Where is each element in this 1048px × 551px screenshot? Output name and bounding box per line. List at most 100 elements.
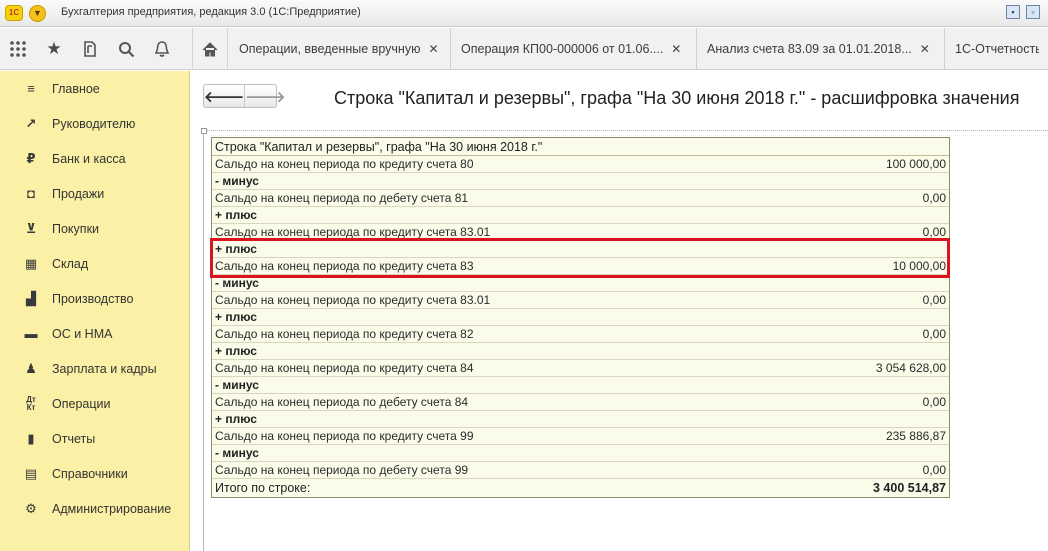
tab-account-analysis[interactable]: Анализ счета 83.09 за 01.01.2018... ✕ xyxy=(697,28,945,70)
sidebar-item-production[interactable]: ▟ Производство xyxy=(0,281,189,316)
save-icon[interactable]: ▪ xyxy=(1006,5,1020,19)
row-text: Сальдо на конец периода по дебету счета … xyxy=(215,395,469,409)
row-text: Сальдо на конец периода по кредиту счета… xyxy=(215,293,491,307)
main-menu-button[interactable]: ▼ xyxy=(29,5,46,22)
tab-reporting[interactable]: 1С-Отчетность xyxy=(945,28,1048,70)
sidebar-item-label: Администрирование xyxy=(52,501,172,516)
document-corner-marker xyxy=(201,128,207,134)
report-row[interactable]: Сальдо на конец периода по кредиту счета… xyxy=(212,156,949,173)
cart-icon: ⊻ xyxy=(25,220,37,236)
truck-icon: ▬ xyxy=(24,326,38,341)
row-text: + плюс xyxy=(215,242,257,256)
sidebar-item-main[interactable]: ≡ Главное xyxy=(0,71,189,106)
operator-row[interactable]: - минус xyxy=(212,275,949,292)
sidebar: ≡ Главное ↗ Руководителю ₽ Банк и касса … xyxy=(0,71,190,551)
dt-kt-icon: Дт Кт xyxy=(26,394,36,412)
report-row[interactable]: Сальдо на конец периода по дебету счета … xyxy=(212,394,949,411)
sidebar-item-directories[interactable]: ▤ Справочники xyxy=(0,456,189,491)
close-icon[interactable]: ✕ xyxy=(920,42,930,56)
app-title: Бухгалтерия предприятия, редакция 3.0 (1… xyxy=(61,6,361,18)
bell-icon[interactable] xyxy=(144,28,180,70)
sidebar-item-reports[interactable]: ▮ Отчеты xyxy=(0,421,189,456)
report-row[interactable]: Сальдо на конец периода по кредиту счета… xyxy=(212,360,949,377)
sidebar-item-fixed-assets[interactable]: ▬ ОС и НМА xyxy=(0,316,189,351)
operator-row[interactable]: - минус xyxy=(212,445,949,462)
menu-lines-icon: ≡ xyxy=(27,81,35,96)
title-bar-actions: ▪ ▫ xyxy=(1006,5,1040,19)
operator-row[interactable]: + плюс xyxy=(212,343,949,360)
sidebar-item-operations[interactable]: Дт Кт Операции xyxy=(0,386,189,421)
bag-icon: ◘ xyxy=(27,186,35,201)
operator-row[interactable]: - минус xyxy=(212,173,949,190)
operator-row[interactable]: + плюс xyxy=(212,411,949,428)
factory-icon: ▟ xyxy=(26,290,36,306)
row-value: 0,00 xyxy=(922,191,946,205)
total-value: 3 400 514,87 xyxy=(873,481,946,495)
row-text: + плюс xyxy=(215,208,257,222)
operator-row[interactable]: + плюс xyxy=(212,241,949,258)
row-text: + плюс xyxy=(215,310,257,324)
back-button[interactable]: 🡐 xyxy=(204,85,244,107)
sidebar-item-label: ОС и НМА xyxy=(52,326,113,341)
row-value: 0,00 xyxy=(922,395,946,409)
sidebar-item-label: Банк и касса xyxy=(52,151,126,166)
row-value: 0,00 xyxy=(922,327,946,341)
sidebar-item-label: Покупки xyxy=(52,221,100,236)
report-row[interactable]: Сальдо на конец периода по кредиту счета… xyxy=(212,258,949,275)
report-row[interactable]: Сальдо на конец периода по кредиту счета… xyxy=(212,326,949,343)
row-text: Сальдо на конец периода по кредиту счета… xyxy=(215,225,491,239)
sidebar-item-administration[interactable]: ⚙ Администрирование xyxy=(0,491,189,526)
tab-label: Операция КП00-000006 от 01.06.... xyxy=(461,42,664,56)
navigation-buttons: 🡐 🡒 xyxy=(203,84,285,108)
row-text: Сальдо на конец периода по кредиту счета… xyxy=(215,429,474,443)
row-text: Сальдо на конец периода по кредиту счета… xyxy=(215,259,474,273)
sidebar-item-warehouse[interactable]: ▦ Склад xyxy=(0,246,189,281)
sidebar-item-label: Операции xyxy=(52,396,111,411)
sidebar-item-payroll[interactable]: ♟ Зарплата и кадры xyxy=(0,351,189,386)
forward-button[interactable]: 🡒 xyxy=(244,85,285,107)
row-text: Сальдо на конец периода по дебету счета … xyxy=(215,463,469,477)
trend-icon: ↗ xyxy=(25,115,37,131)
close-icon[interactable]: ✕ xyxy=(428,42,438,56)
sidebar-item-label: Зарплата и кадры xyxy=(52,361,157,376)
report-row[interactable]: Сальдо на конец периода по дебету счета … xyxy=(212,462,949,479)
tab-label: 1С-Отчетность xyxy=(955,42,1039,56)
sidebar-item-management[interactable]: ↗ Руководителю xyxy=(0,106,189,141)
tab-manual-operations[interactable]: Операции, введенные вручную ✕ xyxy=(229,28,451,70)
home-icon[interactable] xyxy=(192,28,228,70)
row-text: Сальдо на конец периода по кредиту счета… xyxy=(215,157,474,171)
apps-grid-icon[interactable] xyxy=(0,28,36,70)
total-label: Итого по строке: xyxy=(215,481,311,495)
sidebar-item-label: Главное xyxy=(52,81,100,96)
report-document[interactable]: Строка "Капитал и резервы", графа "На 30… xyxy=(201,128,1048,551)
row-value: 10 000,00 xyxy=(892,259,946,273)
sidebar-item-label: Склад xyxy=(52,256,89,271)
row-text: - минус xyxy=(215,276,259,290)
report-row[interactable]: Сальдо на конец периода по дебету счета … xyxy=(212,190,949,207)
report-row[interactable]: Сальдо на конец периода по кредиту счета… xyxy=(212,224,949,241)
window-icon[interactable]: ▫ xyxy=(1026,5,1040,19)
search-icon[interactable] xyxy=(108,28,144,70)
close-icon[interactable]: ✕ xyxy=(671,42,681,56)
tab-operation[interactable]: Операция КП00-000006 от 01.06.... ✕ xyxy=(451,28,697,70)
bar-chart-icon: ▮ xyxy=(27,430,35,446)
row-value: 0,00 xyxy=(922,225,946,239)
sidebar-item-bank-cash[interactable]: ₽ Банк и касса xyxy=(0,141,189,176)
report-row[interactable]: Сальдо на конец периода по кредиту счета… xyxy=(212,428,949,445)
operator-row[interactable]: - минус xyxy=(212,377,949,394)
report-row[interactable]: Сальдо на конец периода по кредиту счета… xyxy=(212,292,949,309)
report-rows: Сальдо на конец периода по кредиту счета… xyxy=(212,156,949,479)
operator-row[interactable]: + плюс xyxy=(212,309,949,326)
report-table: Строка "Капитал и резервы", графа "На 30… xyxy=(211,137,950,498)
sidebar-item-sales[interactable]: ◘ Продажи xyxy=(0,176,189,211)
operator-row[interactable]: + плюс xyxy=(212,207,949,224)
row-text: + плюс xyxy=(215,344,257,358)
row-value: 100 000,00 xyxy=(885,157,946,171)
tab-bar: Операции, введенные вручную ✕ Операция К… xyxy=(229,28,1048,70)
star-icon[interactable]: ★ xyxy=(36,28,72,70)
sidebar-item-purchases[interactable]: ⊻ Покупки xyxy=(0,211,189,246)
toolbar: ★ Операции, введенные вручную ✕ Операция… xyxy=(0,28,1048,70)
content-area: 🡐 🡒 Строка "Капитал и резервы", графа "Н… xyxy=(191,71,1048,551)
sidebar-item-label: Руководителю xyxy=(52,116,136,131)
history-icon[interactable] xyxy=(72,28,108,70)
